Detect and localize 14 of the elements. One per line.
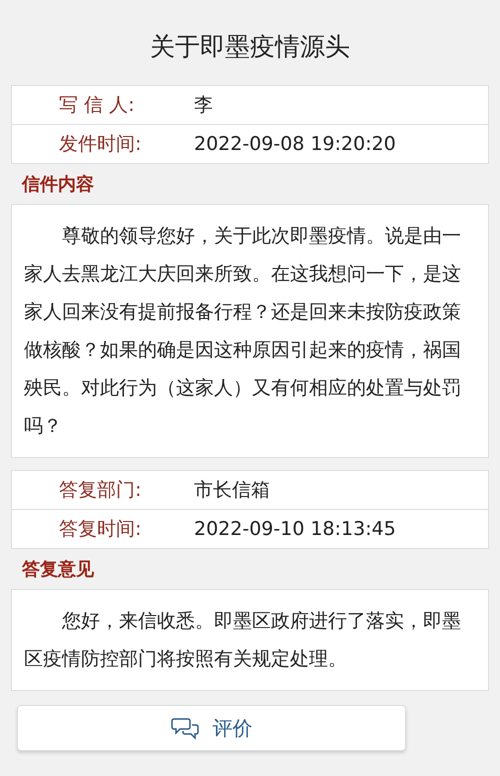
section-heading: 答复意见 — [21, 558, 95, 582]
page-title: 关于即墨疫情源头 — [149, 31, 351, 63]
section-heading: 信件内容 — [20, 173, 95, 197]
field-value: 李 — [194, 93, 213, 118]
rate-button[interactable]: 评价 — [17, 705, 406, 751]
field-value: 2022-09-08 19:20:20 — [194, 133, 396, 155]
field-label: 答复部门: — [59, 478, 142, 503]
reply-text: 您好，来信收悉。即墨区政府进行了落实，即墨区疫情防控部门将按照有关规定处理。 — [11, 589, 489, 691]
field-label: 写 信 人: — [59, 93, 136, 118]
field-value: 2022-09-10 18:13:45 — [194, 518, 396, 540]
field-label: 答复时间: — [59, 517, 142, 542]
field-label: 发件时间: — [59, 132, 142, 157]
letter-text: 尊敬的领导您好，关于此次即墨疫情。说是由一家人去黑龙江大庆回来所致。在这我想问一下，是这家人回来没有提前报备行程？还是回来未按防疫政策做核酸？如果的确是因这种原因引起来的疫情，祸国殃民。对此行为（这家人）又有何相应的处置与处罚吗？ — [11, 204, 489, 458]
field-value: 市长信箱 — [194, 478, 270, 503]
